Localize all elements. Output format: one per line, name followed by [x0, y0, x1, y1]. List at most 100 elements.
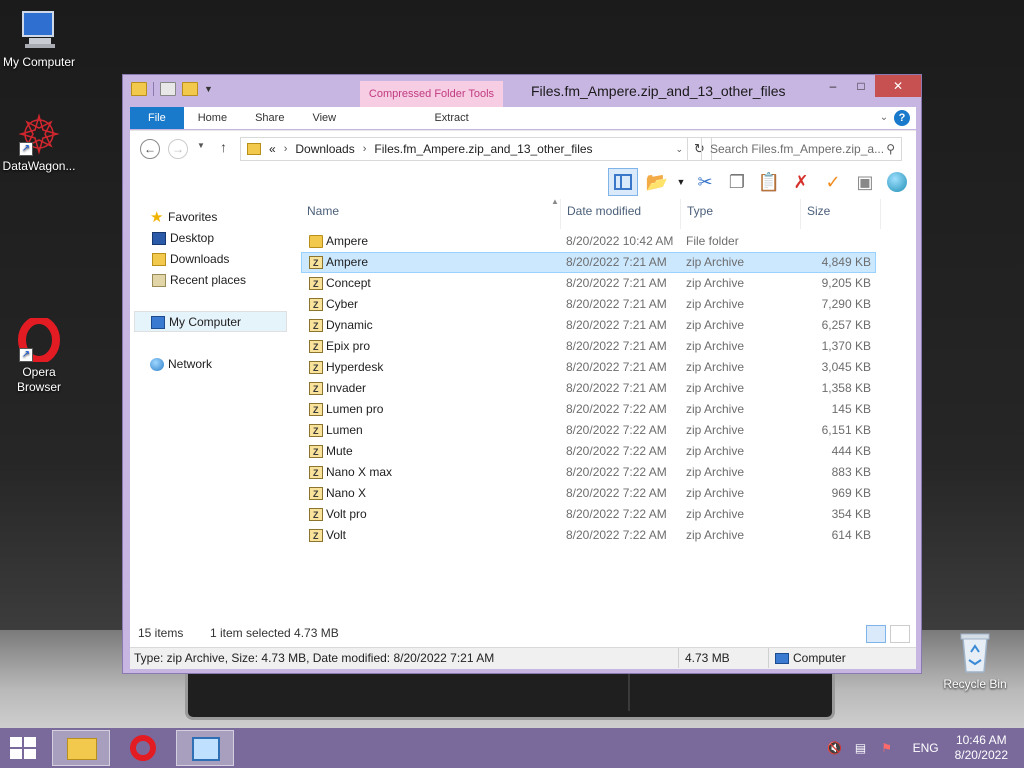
tab-share[interactable]: Share — [241, 107, 298, 129]
zip-archive-icon — [309, 527, 323, 546]
file-row[interactable]: Hyperdesk 8/20/2022 7:21 AM zip Archive 3,0… — [301, 357, 876, 378]
layout-pane-button[interactable] — [608, 168, 638, 196]
quick-access-toolbar: ▼ — [131, 82, 213, 96]
file-row[interactable]: Volt pro 8/20/2022 7:22 AM zip Archive 354 … — [301, 504, 876, 525]
nav-favorites[interactable]: ★ Favorites — [134, 207, 287, 228]
file-row[interactable]: Lumen 8/20/2022 7:22 AM zip Archive 6,151 K… — [301, 420, 876, 441]
properties-icon[interactable]: ▣ — [852, 168, 878, 196]
large-icons-view-button[interactable] — [890, 625, 910, 643]
recent-locations-chevron-icon[interactable]: ▼ — [197, 141, 205, 150]
start-button[interactable] — [10, 737, 36, 759]
delete-icon[interactable]: ✗ — [788, 168, 814, 196]
copy-icon[interactable]: ❐ — [724, 168, 750, 196]
new-folder-icon[interactable] — [182, 82, 198, 96]
file-row[interactable]: Dynamic 8/20/2022 7:21 AM zip Archive 6,257… — [301, 315, 876, 336]
file-date-modified: 8/20/2022 7:22 AM — [566, 465, 667, 479]
zip-archive-icon — [309, 401, 323, 420]
file-row[interactable]: Nano X 8/20/2022 7:22 AM zip Archive 969 KB — [301, 483, 876, 504]
column-header-size[interactable]: Size — [801, 199, 881, 229]
breadcrumb-downloads[interactable]: Downloads — [295, 142, 354, 156]
downloads-folder-icon — [152, 253, 166, 266]
column-header-name[interactable]: Name — [301, 199, 561, 229]
nav-downloads[interactable]: Downloads — [134, 249, 287, 270]
desktop-icon-datawagon[interactable]: ↗ DataWagon... — [0, 112, 80, 174]
properties-icon[interactable] — [160, 82, 176, 96]
file-name: Cyber — [326, 297, 359, 311]
file-row[interactable]: Volt 8/20/2022 7:22 AM zip Archive 614 KB — [301, 525, 876, 546]
breadcrumb-current-folder[interactable]: Files.fm_Ampere.zip_and_13_other_files — [374, 142, 592, 156]
folder-icon — [131, 82, 147, 96]
desktop-icon-opera[interactable]: ↗ Opera Browser — [0, 316, 80, 395]
tab-view[interactable]: View — [298, 107, 350, 129]
tab-file[interactable]: File — [130, 107, 184, 129]
file-row[interactable]: Concept 8/20/2022 7:21 AM zip Archive 9,205… — [301, 273, 876, 294]
nav-label: Favorites — [168, 210, 218, 224]
opera-icon: ↗ — [17, 316, 61, 364]
title-bar[interactable]: ▼ Compressed Folder Tools Files.fm_Amper… — [123, 75, 921, 107]
minimize-button[interactable]: – — [819, 75, 847, 97]
tab-extract[interactable]: Extract — [380, 107, 524, 129]
details-view-button[interactable] — [866, 625, 886, 643]
file-date-modified: 8/20/2022 7:21 AM — [566, 339, 667, 353]
network-icon — [150, 358, 164, 371]
taskbar-control-panel[interactable] — [176, 730, 234, 766]
maximize-button[interactable]: □ — [847, 75, 875, 97]
help-icon[interactable]: ? — [894, 110, 910, 126]
language-indicator[interactable]: ENG — [913, 741, 939, 755]
location-label: Computer — [793, 651, 846, 665]
nav-network[interactable]: Network — [134, 354, 287, 375]
back-button[interactable]: ← — [140, 139, 160, 159]
file-row[interactable]: Ampere 8/20/2022 10:42 AM File folder — [301, 231, 876, 252]
file-name: Lumen pro — [326, 402, 384, 416]
forward-button[interactable]: → — [168, 139, 188, 159]
file-row[interactable]: Cyber 8/20/2022 7:21 AM zip Archive 7,290 K… — [301, 294, 876, 315]
nav-my-computer[interactable]: My Computer — [134, 311, 287, 332]
file-row[interactable]: Ampere 8/20/2022 7:21 AM zip Archive 4,849 … — [301, 252, 876, 273]
file-row[interactable]: Nano X max 8/20/2022 7:22 AM zip Archive 88… — [301, 462, 876, 483]
close-button[interactable]: ✕ — [875, 75, 921, 97]
desktop-icon-my-computer[interactable]: My Computer — [0, 8, 80, 70]
breadcrumb-overflow[interactable]: « — [269, 142, 276, 156]
file-date-modified: 8/20/2022 7:22 AM — [566, 507, 667, 521]
desktop-icon-recycle-bin[interactable]: Recycle Bin — [934, 630, 1016, 692]
volume-muted-icon[interactable]: 🔇 — [827, 740, 843, 756]
action-center-icon[interactable]: ⚑ — [879, 740, 895, 756]
file-size: 145 KB — [831, 402, 871, 416]
nav-label: Recent places — [170, 273, 247, 287]
up-button[interactable]: ↑ — [220, 139, 227, 155]
details-bar: Type: zip Archive, Size: 4.73 MB, Date m… — [130, 647, 916, 669]
clock[interactable]: 10:46 AM 8/20/2022 — [955, 733, 1008, 763]
file-date-modified: 8/20/2022 7:22 AM — [566, 423, 667, 437]
tab-home[interactable]: Home — [184, 107, 241, 129]
address-history-chevron-icon[interactable]: ⌄ — [675, 144, 683, 155]
column-headers: ▲ Name Date modified Type Size — [301, 197, 916, 229]
column-header-date[interactable]: Date modified — [561, 199, 681, 229]
properties-button[interactable]: 📂 — [644, 168, 670, 196]
globe-icon[interactable] — [884, 168, 910, 196]
nav-recent-places[interactable]: Recent places — [134, 270, 287, 291]
window-title: Files.fm_Ampere.zip_and_13_other_files — [531, 83, 786, 99]
customize-toolbar-chevron-icon[interactable]: ▼ — [204, 84, 213, 94]
column-header-type[interactable]: Type — [681, 199, 801, 229]
expand-ribbon-chevron-icon[interactable]: ⌄ — [874, 107, 894, 129]
search-input[interactable]: Search Files.fm_Ampere.zip_a... ⚲ — [701, 137, 902, 161]
taskbar-opera[interactable] — [114, 730, 172, 766]
file-size: 614 KB — [831, 528, 871, 542]
nav-desktop[interactable]: Desktop — [134, 228, 287, 249]
file-row[interactable]: Epix pro 8/20/2022 7:21 AM zip Archive 1,37… — [301, 336, 876, 357]
recent-places-icon — [152, 274, 166, 287]
network-icon[interactable]: ▤ — [853, 740, 869, 756]
file-row[interactable]: Lumen pro 8/20/2022 7:22 AM zip Archive 145… — [301, 399, 876, 420]
address-bar[interactable]: « › Downloads › Files.fm_Ampere.zip_and_… — [240, 137, 688, 161]
nav-label: Desktop — [170, 231, 215, 245]
file-date-modified: 8/20/2022 7:22 AM — [566, 528, 667, 542]
paste-icon[interactable]: 📋 — [756, 168, 782, 196]
cut-icon[interactable]: ✂ — [692, 168, 718, 196]
rename-check-icon[interactable]: ✓ — [820, 168, 846, 196]
file-row[interactable]: Invader 8/20/2022 7:21 AM zip Archive 1,358… — [301, 378, 876, 399]
taskbar-file-explorer[interactable] — [52, 730, 110, 766]
file-date-modified: 8/20/2022 7:22 AM — [566, 486, 667, 500]
file-size: 1,370 KB — [821, 339, 871, 353]
file-row[interactable]: Mute 8/20/2022 7:22 AM zip Archive 444 KB — [301, 441, 876, 462]
more-options-chevron-icon[interactable]: ▼ — [676, 168, 686, 196]
